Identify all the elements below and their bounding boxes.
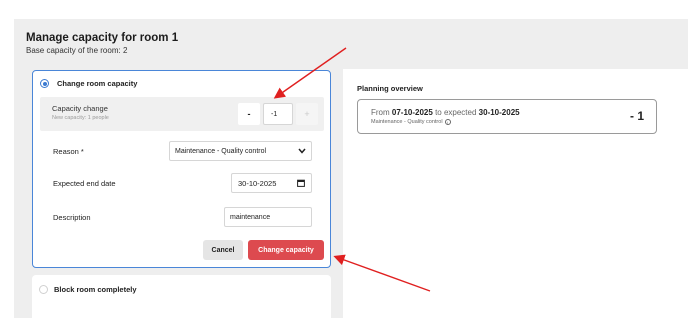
annotation-arrow-button: [333, 254, 431, 292]
annotation-overlay: [273, 47, 431, 292]
annotation-arrow-capacity: [273, 47, 347, 99]
